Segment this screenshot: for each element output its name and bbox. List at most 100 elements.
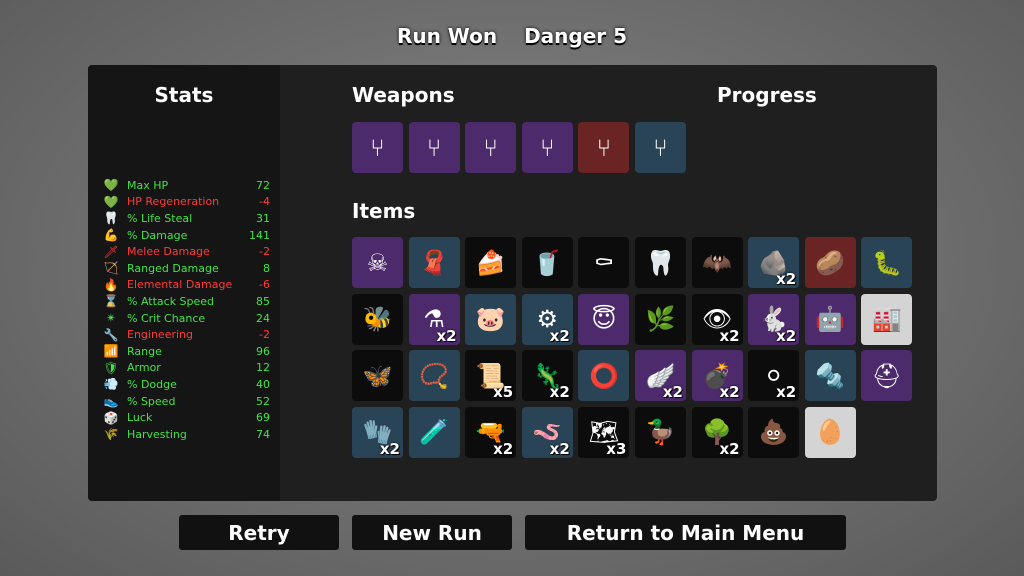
helmet-icon: ⛑ bbox=[871, 361, 903, 390]
item-slot[interactable]: 🗺 x3 bbox=[578, 406, 630, 458]
item-slot[interactable]: ⛑ bbox=[861, 350, 913, 402]
stat-label: Harvesting bbox=[127, 427, 187, 441]
slingshot-icon: ⑂ bbox=[653, 133, 668, 162]
weapon-slot[interactable]: ⑂ bbox=[521, 122, 573, 173]
piggy-bank-icon: 🐷 bbox=[475, 305, 506, 334]
item-slot[interactable]: 🥤 bbox=[521, 237, 573, 288]
stat-value: -2 bbox=[259, 245, 270, 259]
egg-icon: 🥚 bbox=[815, 418, 846, 447]
item-slot[interactable]: 🌳 x2 bbox=[691, 406, 743, 458]
item-slot[interactable]: 🪱 x2 bbox=[521, 406, 573, 458]
weapons-title: Weapons bbox=[352, 83, 455, 107]
item-slot[interactable]: ⭕ bbox=[578, 350, 630, 402]
item-slot[interactable]: 💩 bbox=[748, 406, 800, 458]
stat-value: -4 bbox=[259, 195, 270, 209]
stat-value: -2 bbox=[259, 328, 270, 342]
stat-row[interactable]: 👟 % Speed 52 bbox=[102, 393, 270, 410]
item-slot[interactable]: 🐇 x2 bbox=[748, 293, 800, 345]
items-title: Items bbox=[352, 199, 416, 223]
item-slot[interactable]: 🌿 bbox=[635, 293, 686, 345]
item-slot[interactable]: ⚗ x2 bbox=[408, 293, 460, 345]
weapon-slot[interactable]: ⑂ bbox=[635, 122, 686, 173]
stat-value: 31 bbox=[256, 211, 270, 225]
stat-row[interactable]: 💪 % Damage 141 bbox=[102, 227, 270, 244]
item-slot[interactable]: 🦋 bbox=[352, 350, 403, 402]
stat-row[interactable]: 💚 HP Regeneration -4 bbox=[102, 194, 270, 211]
stat-row[interactable]: 🔧 Engineering -2 bbox=[102, 326, 270, 343]
item-slot[interactable]: 🥔 bbox=[804, 237, 856, 288]
stat-row[interactable]: 💚 Max HP 72 bbox=[102, 177, 270, 194]
stat-row[interactable]: 🦷 % Life Steal 31 bbox=[102, 210, 270, 227]
stat-row[interactable]: 🔥 Elemental Damage -6 bbox=[102, 277, 270, 294]
item-slot[interactable]: ⚰ bbox=[578, 237, 630, 288]
item-slot[interactable]: 🐝 bbox=[352, 293, 403, 345]
run-status: Run Won bbox=[396, 24, 498, 48]
robot-arm-icon: 🤖 bbox=[815, 305, 846, 334]
weapon-slot[interactable]: ⑂ bbox=[408, 122, 460, 173]
weapon-slot[interactable]: ⑂ bbox=[352, 122, 403, 173]
stat-row[interactable]: ⌛ % Attack Speed 85 bbox=[102, 293, 270, 310]
item-slot[interactable]: 🔩 bbox=[804, 350, 856, 402]
potion-icon: 🧪 bbox=[419, 418, 450, 447]
weapon-slot[interactable]: ⑂ bbox=[465, 122, 517, 173]
item-count: x2 bbox=[662, 383, 683, 402]
item-slot[interactable]: 🏭 bbox=[861, 293, 913, 345]
item-slot[interactable]: 🐷 bbox=[465, 293, 517, 345]
pendant-icon: 📿 bbox=[419, 361, 450, 390]
item-slot[interactable]: 🦇 bbox=[691, 237, 743, 288]
item-slot[interactable]: 🧣 bbox=[408, 237, 460, 288]
dodge-icon: 💨 bbox=[103, 377, 119, 392]
stat-row[interactable]: 🎲 Luck 69 bbox=[102, 409, 270, 426]
item-slot[interactable]: 😇 bbox=[578, 293, 630, 345]
item-slot[interactable]: 🦷 bbox=[635, 237, 686, 288]
new-run-button[interactable]: New Run bbox=[352, 515, 512, 550]
stat-row[interactable]: 🗡 Melee Damage -2 bbox=[102, 243, 270, 260]
scarf-icon: 🧣 bbox=[419, 248, 450, 277]
item-count: x2 bbox=[776, 383, 797, 402]
halo-icon: 😇 bbox=[591, 305, 617, 334]
item-slot[interactable]: 🦎 x2 bbox=[521, 350, 573, 402]
poop-icon: 💩 bbox=[758, 418, 789, 447]
stat-value: 52 bbox=[256, 394, 270, 408]
item-slot[interactable]: 🥚 bbox=[804, 406, 856, 458]
item-slot[interactable]: 🍰 bbox=[465, 237, 517, 288]
item-slot[interactable]: 🐛 bbox=[861, 237, 913, 288]
item-slot[interactable]: 🦆 bbox=[635, 406, 686, 458]
stat-row[interactable]: 🛡 Armor 12 bbox=[102, 360, 270, 377]
stat-label: Max HP bbox=[127, 178, 169, 192]
item-slot[interactable]: 👁 x2 bbox=[691, 293, 743, 345]
stat-value: 85 bbox=[256, 294, 270, 308]
stat-row[interactable]: ✴ % Crit Chance 24 bbox=[102, 310, 270, 327]
item-slot[interactable]: 📜 x5 bbox=[465, 350, 517, 402]
item-slot[interactable]: ⚪ x2 bbox=[748, 350, 800, 402]
weapon-slot[interactable]: ⑂ bbox=[578, 122, 630, 173]
stat-row[interactable]: 💨 % Dodge 40 bbox=[102, 376, 270, 393]
stat-row[interactable]: 🏹 Ranged Damage 8 bbox=[102, 260, 270, 277]
item-slot[interactable]: 🧪 bbox=[408, 406, 460, 458]
retry-button[interactable]: Retry bbox=[179, 515, 339, 550]
item-slot[interactable]: ☠ bbox=[352, 237, 403, 288]
item-slot[interactable]: 🔫 x2 bbox=[465, 406, 517, 458]
stat-row[interactable]: 📶 Range 96 bbox=[102, 343, 270, 360]
stat-label: Melee Damage bbox=[127, 245, 210, 259]
stats-title: Stats bbox=[154, 83, 214, 107]
item-slot[interactable]: 📿 bbox=[408, 350, 460, 402]
stat-row[interactable]: 🌾 Harvesting 74 bbox=[102, 426, 270, 443]
item-slot[interactable]: 🪽 x2 bbox=[635, 350, 686, 402]
stat-label: % Damage bbox=[127, 228, 188, 242]
item-slot[interactable]: 🤖 bbox=[804, 293, 856, 345]
stat-label: % Speed bbox=[127, 394, 176, 408]
item-slot[interactable]: ⚙ x2 bbox=[521, 293, 573, 345]
stat-value: 12 bbox=[256, 361, 270, 375]
crit-icon: ✴ bbox=[105, 311, 117, 326]
stats-panel: Stats 💚 Max HP 72 💚 HP Regeneration -4 🦷 % Life… bbox=[88, 65, 280, 501]
item-slot[interactable]: 🪨 x2 bbox=[748, 237, 800, 288]
stat-value: 8 bbox=[263, 261, 270, 275]
item-slot[interactable]: 🧤 x2 bbox=[352, 406, 403, 458]
main-menu-button[interactable]: Return to Main Menu bbox=[525, 515, 846, 550]
item-slot[interactable]: 💣 x2 bbox=[691, 350, 743, 402]
stat-value: 40 bbox=[256, 377, 270, 391]
item-count: x2 bbox=[719, 326, 740, 345]
flame-icon: 🔥 bbox=[103, 277, 119, 292]
item-count: x2 bbox=[776, 270, 797, 288]
